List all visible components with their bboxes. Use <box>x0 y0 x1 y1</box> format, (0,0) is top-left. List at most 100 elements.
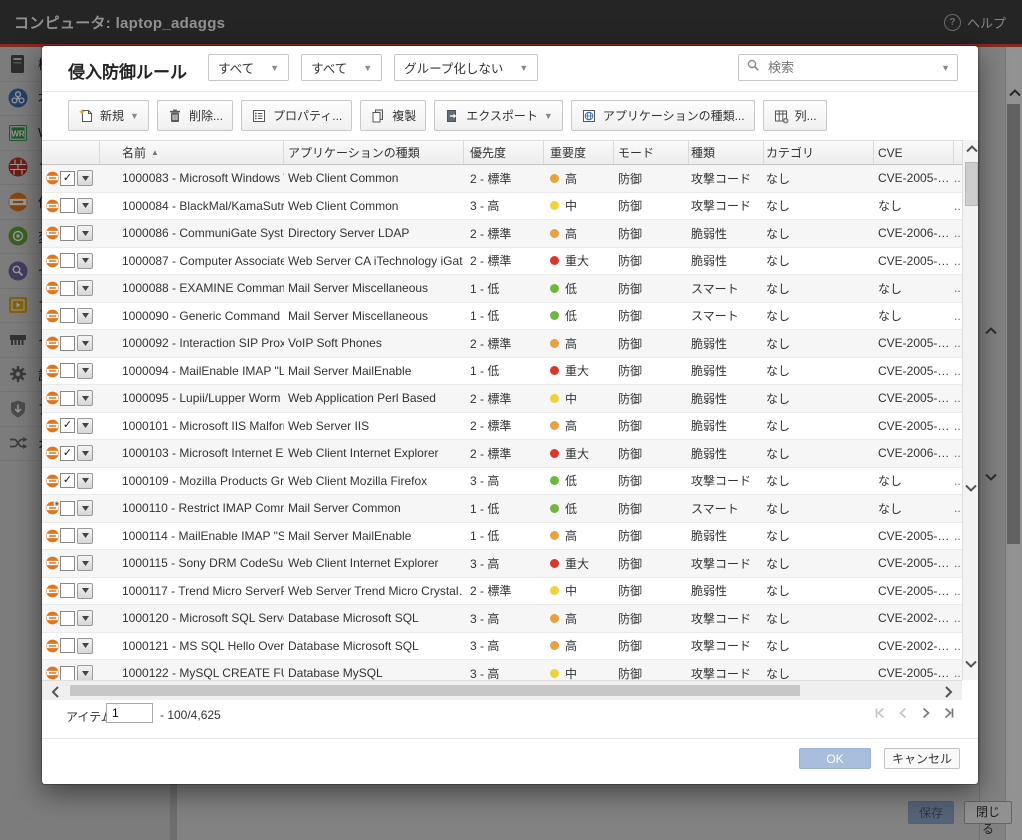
scrollbar-thumb[interactable] <box>965 162 978 206</box>
row-menu-button[interactable] <box>77 418 93 434</box>
column-header-7[interactable]: カテゴリ <box>764 141 874 164</box>
table-row[interactable]: 1000120 - Microsoft SQL Serve…Database M… <box>42 605 962 633</box>
row-checkbox[interactable]: ✓ <box>60 418 75 433</box>
column-header-5[interactable]: モード <box>614 141 689 164</box>
severity: 中 <box>544 193 614 220</box>
first-page-icon[interactable] <box>873 706 887 720</box>
table-row[interactable]: ✓1000083 - Microsoft Windows W…Web Clien… <box>42 165 962 193</box>
table-row[interactable]: 1000094 - MailEnable IMAP "LO…Mail Serve… <box>42 358 962 386</box>
table-row[interactable]: 1000086 - CommuniGate Syste…Directory Se… <box>42 220 962 248</box>
export-button[interactable]: エクスポート▼ <box>434 100 563 131</box>
row-menu-button[interactable] <box>77 308 93 324</box>
search-box[interactable]: ▼ <box>738 54 958 81</box>
table-vertical-scrollbar[interactable] <box>962 140 978 680</box>
columns-button[interactable]: 列... <box>763 100 827 131</box>
row-menu-button[interactable] <box>77 253 93 269</box>
row-checkbox[interactable] <box>60 501 75 516</box>
duplicate-button[interactable]: 複製 <box>360 100 426 131</box>
row-checkbox[interactable]: ✓ <box>60 171 75 186</box>
table-row[interactable]: 1000115 - Sony DRM CodeSupp…Web Client I… <box>42 550 962 578</box>
row-menu-button[interactable] <box>77 610 93 626</box>
filter-dropdown-2[interactable]: すべて ▼ <box>301 54 382 81</box>
row-checkbox[interactable] <box>60 253 75 268</box>
row-checkbox[interactable] <box>60 281 75 296</box>
row-menu-button[interactable] <box>77 555 93 571</box>
ok-button[interactable]: OK <box>799 748 871 769</box>
row-checkbox[interactable] <box>60 308 75 323</box>
table-row[interactable]: ✓1000101 - Microsoft IIS Malform…Web Ser… <box>42 413 962 441</box>
row-checkbox[interactable] <box>60 363 75 378</box>
table-row[interactable]: 1000090 - Generic Command Fo…Mail Server… <box>42 303 962 331</box>
application-type: VoIP Soft Phones <box>284 330 464 357</box>
row-checkbox[interactable]: ✓ <box>60 446 75 461</box>
row-checkbox[interactable]: ✓ <box>60 473 75 488</box>
scrollbar-thumb[interactable] <box>70 685 800 696</box>
table-row[interactable]: ✓1000103 - Microsoft Internet Ex…Web Cli… <box>42 440 962 468</box>
column-header-1[interactable]: 名前▲ <box>100 141 284 164</box>
row-checkbox[interactable] <box>60 391 75 406</box>
row-menu-button[interactable] <box>77 335 93 351</box>
column-header-4[interactable]: 重要度 <box>544 141 614 164</box>
cancel-button[interactable]: キャンセル <box>884 748 960 769</box>
table-row[interactable]: 1000117 - Trend Micro ServerPr…Web Serve… <box>42 578 962 606</box>
grouping-dropdown[interactable]: グループ化しない ▼ <box>394 54 538 81</box>
overflow-hint: .. <box>954 660 962 680</box>
row-menu-button[interactable] <box>77 528 93 544</box>
column-header-2[interactable]: アプリケーションの種類 <box>284 141 464 164</box>
table-row[interactable]: 1000084 - BlackMal/KamaSutra…Web Client … <box>42 193 962 221</box>
table-horizontal-scrollbar[interactable] <box>42 680 962 700</box>
row-menu-button[interactable] <box>77 390 93 406</box>
filter-dropdown-1[interactable]: すべて ▼ <box>208 54 289 81</box>
search-input[interactable] <box>766 59 935 76</box>
properties-button[interactable]: プロパティ... <box>241 100 352 131</box>
application-type-icon <box>581 108 597 124</box>
row-menu-button[interactable] <box>77 638 93 654</box>
column-header-6[interactable]: 種類 <box>689 141 764 164</box>
table-row[interactable]: 1000114 - MailEnable IMAP "ST…Mail Serve… <box>42 523 962 551</box>
row-checkbox[interactable] <box>60 528 75 543</box>
row-menu-button[interactable] <box>77 583 93 599</box>
scroll-down-icon[interactable] <box>963 481 979 500</box>
row-controls <box>60 358 100 385</box>
intrusion-rule-icon <box>42 495 60 522</box>
table-row[interactable]: ✓1000109 - Mozilla Products Gra…Web Clie… <box>42 468 962 496</box>
row-menu-button[interactable] <box>77 280 93 296</box>
scroll-down-icon[interactable] <box>963 657 979 676</box>
row-checkbox[interactable] <box>60 226 75 241</box>
row-menu-button[interactable] <box>77 170 93 186</box>
row-checkbox[interactable] <box>60 611 75 626</box>
row-menu-button[interactable] <box>77 445 93 461</box>
new-document-button[interactable]: 新規▼ <box>68 100 149 131</box>
table-row[interactable]: 1000122 - MySQL CREATE FUN…Database MySQ… <box>42 660 962 680</box>
row-checkbox[interactable] <box>60 198 75 213</box>
item-start-input[interactable] <box>106 703 153 723</box>
row-checkbox[interactable] <box>60 666 75 680</box>
rule-name: 1000115 - Sony DRM CodeSupp… <box>100 550 284 577</box>
row-menu-button[interactable] <box>77 500 93 516</box>
row-checkbox[interactable] <box>60 583 75 598</box>
application-type-button[interactable]: アプリケーションの種類... <box>571 100 755 131</box>
row-checkbox[interactable] <box>60 336 75 351</box>
table-row[interactable]: 1000095 - Lupii/Lupper Worm V…Web Applic… <box>42 385 962 413</box>
table-row[interactable]: 1000088 - EXAMINE Command…Mail Server Mi… <box>42 275 962 303</box>
table-row[interactable]: 1000087 - Computer Associates…Web Server… <box>42 248 962 276</box>
table-row[interactable]: 1000121 - MS SQL Hello OverflowDatabase … <box>42 633 962 661</box>
row-menu-button[interactable] <box>77 363 93 379</box>
overflow-hint: .. <box>954 523 962 550</box>
row-checkbox[interactable] <box>60 638 75 653</box>
scroll-up-icon[interactable] <box>964 142 980 161</box>
row-checkbox[interactable] <box>60 556 75 571</box>
row-menu-button[interactable] <box>77 225 93 241</box>
trash-button[interactable]: 削除... <box>157 100 233 131</box>
last-page-icon[interactable] <box>942 706 956 720</box>
row-menu-button[interactable] <box>77 665 93 680</box>
prev-page-icon[interactable] <box>896 706 910 720</box>
table-row[interactable]: 1000110 - Restrict IMAP Comm…Mail Server… <box>42 495 962 523</box>
column-header-3[interactable]: 優先度 <box>464 141 544 164</box>
table-row[interactable]: 1000092 - Interaction SIP Proxy…VoIP Sof… <box>42 330 962 358</box>
chevron-down-icon[interactable]: ▼ <box>941 63 950 73</box>
row-menu-button[interactable] <box>77 198 93 214</box>
next-page-icon[interactable] <box>919 706 933 720</box>
column-header-8[interactable]: CVE <box>874 141 954 164</box>
row-menu-button[interactable] <box>77 473 93 489</box>
